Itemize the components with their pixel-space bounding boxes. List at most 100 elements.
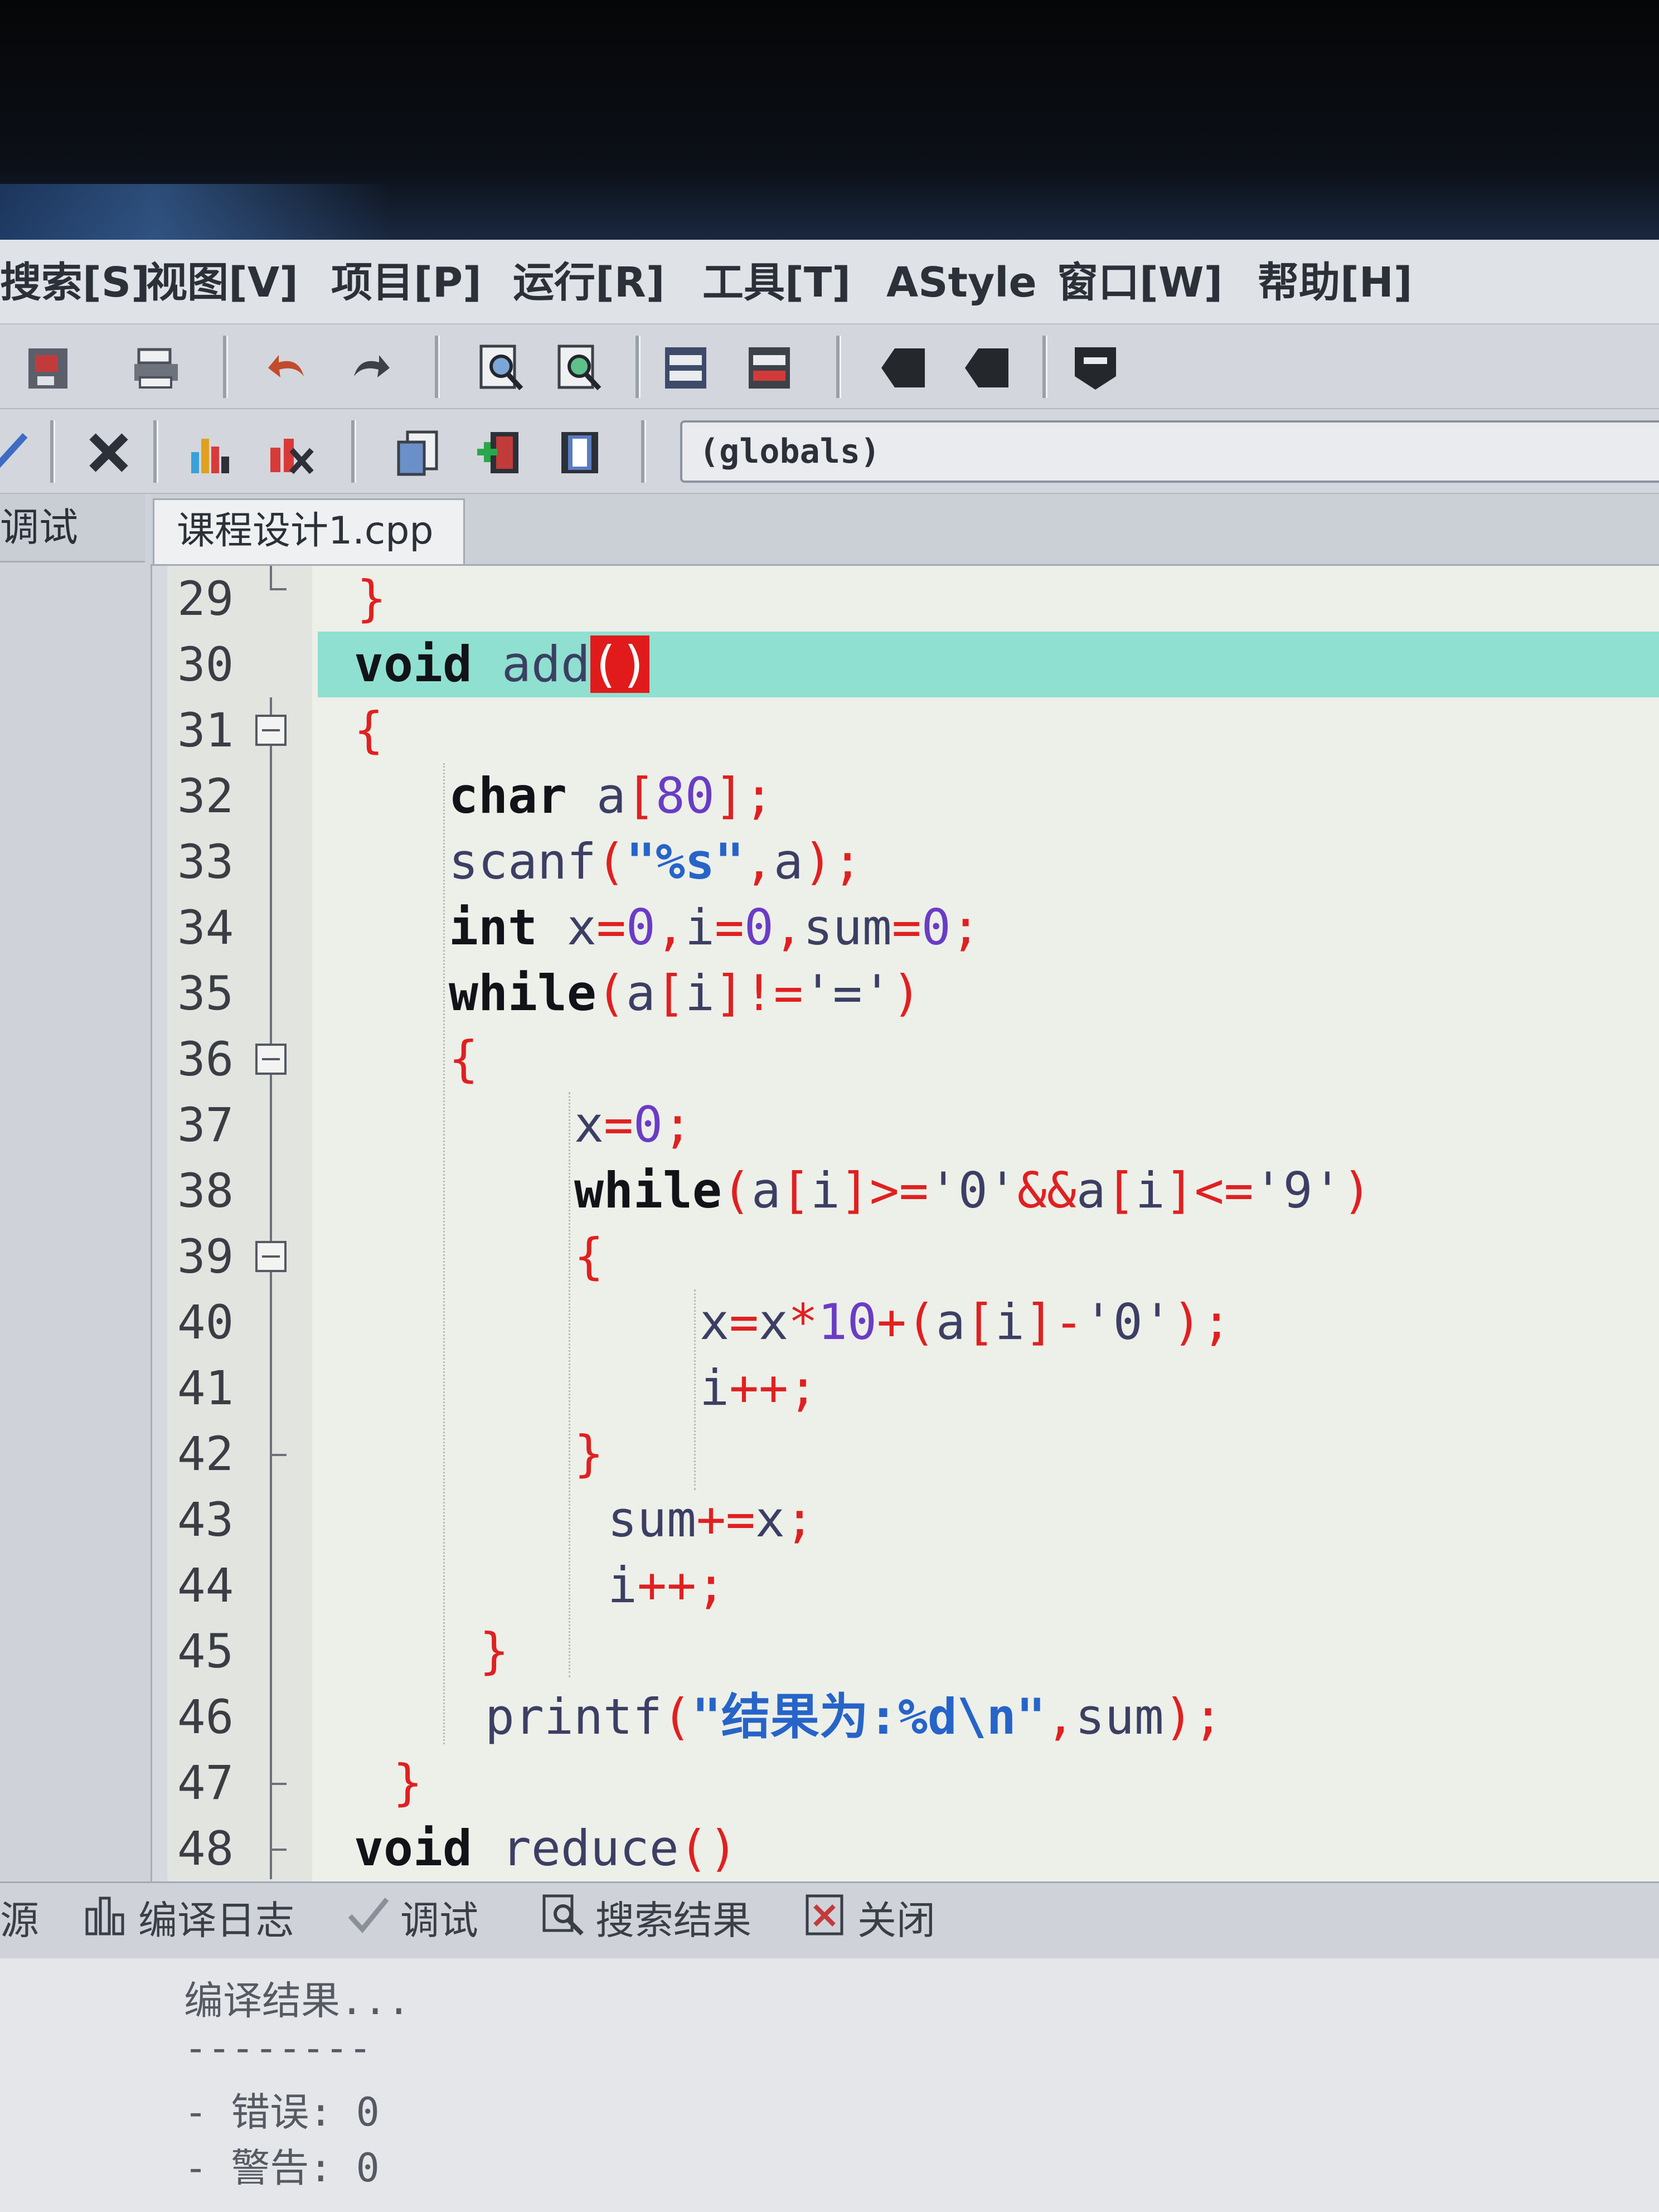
tab-debug-label: 调试 [400, 1898, 478, 1943]
line-number: 42 [177, 1427, 234, 1481]
line-number: 31 [177, 703, 234, 758]
tab-compile-log[interactable]: 编译日志 [84, 1891, 294, 1950]
code-text: scanf("%s",a); [449, 833, 862, 890]
menu-tools[interactable]: 工具[T] [702, 252, 851, 313]
split-editor-icon[interactable] [658, 340, 714, 396]
line-number: 48 [177, 1821, 234, 1876]
print-icon[interactable] [128, 340, 184, 396]
code-line: 48 void reduce() [167, 1816, 1659, 1881]
code-text: { [354, 701, 384, 759]
tab-file[interactable]: 课程设计1.cpp [153, 498, 465, 564]
code-line: 40 x=x*10+(a[i]-'0'); [167, 1289, 1659, 1355]
project-options-icon[interactable] [552, 425, 608, 481]
tab-search-results[interactable]: 搜索结果 [541, 1891, 751, 1950]
code-text: char a[80]; [449, 767, 774, 824]
line-number: 44 [177, 1558, 234, 1613]
line-number: 35 [177, 966, 234, 1021]
code-text: x=x*10+(a[i]-'0'); [700, 1293, 1231, 1351]
menu-search[interactable]: 搜索[S] [0, 252, 150, 313]
code-line: 37 x=0; [167, 1092, 1659, 1158]
code-text: printf("结果为:%d\n",sum); [485, 1688, 1223, 1745]
code-line: 43 sum+=x; [167, 1487, 1659, 1553]
log-line: 编译结果... [184, 1978, 411, 2024]
code-line: 29 } [167, 566, 1659, 632]
code-line: 44 i++; [167, 1553, 1659, 1618]
code-line: 47 } [167, 1750, 1659, 1816]
code-text: while(a[i]!='=') [449, 964, 921, 1022]
code-line: 42 } [167, 1421, 1659, 1487]
line-number: 45 [177, 1624, 234, 1679]
line-number: 33 [177, 835, 234, 889]
code-line: 36 { [167, 1026, 1659, 1092]
chart-icon [84, 1893, 128, 1953]
chart-icon[interactable] [184, 425, 240, 481]
code-line: 39 { [167, 1224, 1659, 1289]
menu-help[interactable]: 帮助[H] [1258, 252, 1413, 313]
code-text: sum+=x; [608, 1491, 814, 1548]
secondary-toolbar: (globals) [0, 409, 1659, 494]
goto-bookmark-icon[interactable] [1068, 340, 1123, 396]
scope-selector[interactable]: (globals) [680, 420, 1659, 483]
line-number: 34 [177, 900, 234, 955]
save-all-icon[interactable] [22, 340, 78, 396]
code-text: int x=0,i=0,sum=0; [449, 899, 981, 956]
main-toolbar [0, 324, 1659, 409]
menu-project[interactable]: 项目[P] [331, 252, 482, 313]
code-line: 31 { [167, 697, 1659, 763]
code-line: 46 printf("结果为:%d\n",sum); [167, 1684, 1659, 1750]
replace-icon[interactable] [552, 340, 608, 396]
code-text: i++; [700, 1359, 818, 1417]
tab-resources[interactable]: 源 [0, 1891, 39, 1950]
add-file-icon[interactable] [471, 425, 527, 481]
bookmark-prev-icon[interactable] [875, 340, 931, 396]
code-text: void reduce() [354, 1820, 738, 1877]
code-text: } [479, 1622, 509, 1680]
unsplit-editor-icon[interactable] [741, 340, 797, 396]
code-line: 35 while(a[i]!='=') [167, 961, 1659, 1026]
code-text: i++; [608, 1556, 726, 1614]
code-line: 41 i++; [167, 1355, 1659, 1421]
menu-run[interactable]: 运行[R] [513, 252, 665, 313]
redo-icon[interactable] [340, 340, 396, 396]
tab-close[interactable]: 关闭 [803, 1891, 935, 1950]
bottom-panel-tabs: 源 编译日志 调试 搜索结果 关闭 [0, 1881, 1659, 1960]
tab-debug-panel[interactable]: 调试 [0, 494, 145, 562]
line-number: 29 [177, 571, 234, 626]
code-text: } [357, 570, 386, 627]
new-class-icon[interactable] [390, 425, 446, 481]
menu-astyle[interactable]: AStyle [886, 252, 1037, 313]
bookmark-next-icon[interactable] [959, 340, 1015, 396]
tab-resources-label: 源 [0, 1898, 39, 1943]
profile-delete-icon[interactable] [262, 425, 318, 481]
code-line: 34 int x=0,i=0,sum=0; [167, 895, 1659, 961]
tab-close-label: 关闭 [857, 1898, 935, 1943]
code-text: x=0; [574, 1096, 692, 1153]
log-line: - 错误: 0 [184, 2089, 380, 2135]
find-icon[interactable] [474, 340, 530, 396]
menu-window[interactable]: 窗口[W] [1057, 252, 1223, 313]
line-number: 32 [177, 769, 234, 823]
line-number: 36 [177, 1032, 234, 1086]
code-text: void add() [354, 636, 649, 693]
code-text: } [574, 1425, 604, 1482]
checkmark-icon [346, 1893, 390, 1953]
undo-icon[interactable] [262, 340, 318, 396]
code-text: } [393, 1754, 423, 1811]
left-panel: 调试 [0, 494, 152, 1888]
title-bar-glow [0, 184, 390, 245]
code-editor[interactable]: 29 } 30 void add() 31 { 32 char a[80]; 3… [167, 566, 1659, 1881]
compile-log-panel: 编译结果... -------- - 错误: 0 - 警告: 0 [0, 1958, 1659, 2212]
line-number: 43 [177, 1492, 234, 1547]
delete-icon[interactable] [81, 425, 137, 481]
tab-debug[interactable]: 调试 [346, 1891, 478, 1950]
tab-compile-log-label: 编译日志 [138, 1898, 294, 1943]
edit-pencil-icon[interactable] [0, 425, 39, 481]
menu-view[interactable]: 视图[V] [146, 252, 298, 313]
code-text: { [449, 1030, 478, 1088]
code-line: 30 void add() [167, 632, 1659, 697]
log-line: - 警告: 0 [184, 2145, 380, 2191]
tab-search-results-label: 搜索结果 [595, 1898, 751, 1943]
line-number: 40 [177, 1295, 234, 1350]
log-line: -------- [184, 2025, 372, 2071]
code-line: 32 char a[80]; [167, 763, 1659, 829]
